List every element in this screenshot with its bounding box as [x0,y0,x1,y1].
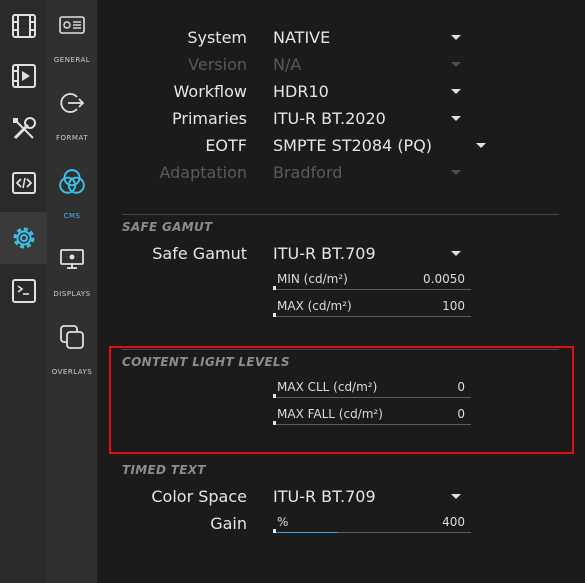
side-item-label: CMS [63,212,81,220]
eotf-dropdown[interactable]: SMPTE ST2084 (PQ) [273,136,432,155]
adaptation-dropdown: Bradford [273,163,343,182]
max-luminance-label: MAX (cd/m²) [277,299,352,313]
workflow-label: Workflow [173,82,247,101]
chevron-down-icon[interactable] [451,89,461,94]
format-icon [60,93,85,113]
color-space-dropdown[interactable]: ITU-R BT.709 [273,487,376,506]
terminal-icon [11,279,36,303]
side-item-label: OVERLAYS [51,368,93,376]
rail-tools-button[interactable] [0,103,47,155]
rail-code-button[interactable] [0,157,47,209]
overlays-icon [60,325,84,349]
safe-gamut-section-title: SAFE GAMUT [122,220,213,234]
color-space-label: Color Space [151,487,247,506]
side-item-overlays[interactable]: OVERLAYS [47,316,97,394]
field-underline [273,316,471,317]
chevron-down-icon [451,62,461,67]
gain-slider[interactable]: % 400 [273,515,471,533]
color-space-row[interactable]: Color Space ITU-R BT.709 [97,487,585,509]
primaries-label: Primaries [172,109,247,128]
eotf-label: EOTF [205,136,247,155]
safe-gamut-label: Safe Gamut [152,244,247,263]
min-luminance-value[interactable]: 0.0050 [423,272,465,286]
side-item-general[interactable]: GENERAL [47,4,97,82]
section-divider [122,214,559,215]
slider-handle[interactable] [273,313,276,317]
gain-unit: % [277,515,289,529]
safe-gamut-dropdown[interactable]: ITU-R BT.709 [273,244,376,263]
settings-icon [13,227,34,249]
slider-handle[interactable] [273,529,276,533]
slider-fill [273,532,339,533]
eotf-row[interactable]: EOTF SMPTE ST2084 (PQ) [97,136,585,158]
chevron-down-icon [451,170,461,175]
slider-handle[interactable] [273,286,276,290]
chevron-down-icon[interactable] [451,35,461,40]
system-row[interactable]: System NATIVE [97,28,585,50]
adaptation-label: Adaptation [159,163,247,182]
workflow-dropdown[interactable]: HDR10 [273,82,329,101]
app-rail [0,0,47,583]
video-clip-icon [11,64,36,88]
settings-sidebar: GENERAL FORMAT CMS DISPLAYS OVERLAYS [47,0,97,583]
version-row: Version N/A [97,55,585,77]
side-item-format[interactable]: FORMAT [47,82,97,160]
gain-label: Gain [210,514,247,533]
max-luminance-field[interactable]: MAX (cd/m²) 100 [273,299,471,317]
safe-gamut-row[interactable]: Safe Gamut ITU-R BT.709 [97,244,585,266]
timed-text-section-title: TIMED TEXT [122,463,206,477]
chevron-down-icon[interactable] [451,116,461,121]
chevron-down-icon[interactable] [451,494,461,499]
workflow-row[interactable]: Workflow HDR10 [97,82,585,104]
field-underline [273,289,471,290]
code-icon [11,172,36,194]
rail-terminal-button[interactable] [0,265,47,317]
side-item-cms[interactable]: CMS [47,160,97,238]
film-icon [11,14,36,38]
gain-value[interactable]: 400 [442,515,465,529]
system-label: System [187,28,247,47]
chevron-down-icon[interactable] [451,251,461,256]
min-luminance-label: MIN (cd/m²) [277,272,348,286]
max-luminance-value[interactable]: 100 [442,299,465,313]
rail-video-button[interactable] [0,50,47,102]
cms-icon [59,169,85,194]
rail-settings-button[interactable] [0,212,47,264]
adaptation-row: Adaptation Bradford [97,163,585,185]
side-item-label: FORMAT [56,134,88,142]
general-icon [59,16,85,34]
side-item-label: DISPLAYS [53,290,91,298]
side-item-displays[interactable]: DISPLAYS [47,238,97,316]
primaries-dropdown[interactable]: ITU-R BT.2020 [273,109,386,128]
system-dropdown[interactable]: NATIVE [273,28,330,47]
primaries-row[interactable]: Primaries ITU-R BT.2020 [97,109,585,131]
version-dropdown: N/A [273,55,302,74]
highlight-box [109,346,574,454]
version-label: Version [188,55,247,74]
displays-icon [60,249,84,269]
side-item-label: GENERAL [53,56,91,64]
cms-settings-panel: System NATIVE Version N/A Workflow HDR10… [97,0,585,583]
rail-film-button[interactable] [0,0,47,52]
chevron-down-icon[interactable] [476,143,486,148]
tools-icon [12,117,36,140]
min-luminance-field[interactable]: MIN (cd/m²) 0.0050 [273,272,471,290]
